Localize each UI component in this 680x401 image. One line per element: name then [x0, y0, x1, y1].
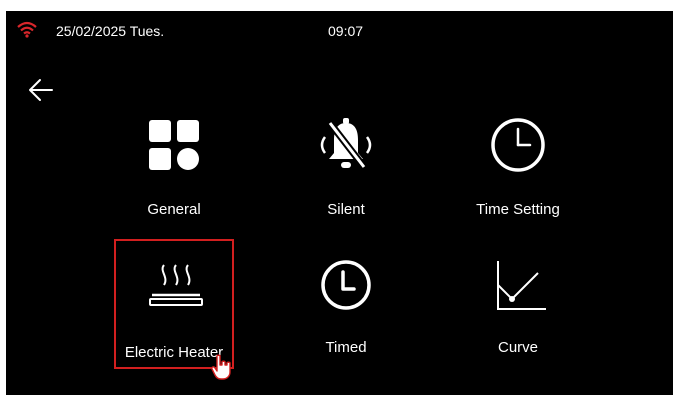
clock-icon — [491, 118, 545, 172]
menu-item-label: Silent — [327, 201, 365, 218]
menu-item-time-setting[interactable]: Time Setting — [458, 115, 578, 245]
grid-icon — [149, 120, 199, 170]
menu-item-label: General — [147, 201, 201, 218]
status-bar: 25/02/2025 Tues. 09:07 — [6, 11, 673, 51]
menu-item-general[interactable]: General — [114, 115, 234, 245]
menu-item-label: Time Setting — [476, 201, 560, 218]
status-time: 09:07 — [328, 23, 364, 39]
curve-chart-icon — [497, 261, 546, 310]
menu-item-silent[interactable]: Silent — [286, 115, 406, 245]
bell-muted-icon — [320, 118, 372, 170]
wifi-icon — [17, 21, 37, 38]
heater-icon — [149, 264, 203, 306]
menu-item-curve[interactable]: Curve — [458, 255, 578, 385]
device-screen: 25/02/2025 Tues. 09:07 General Silent Ti… — [6, 11, 673, 395]
menu-item-label: Curve — [497, 339, 538, 356]
timer-icon — [321, 260, 371, 310]
menu-item-label: Timed — [325, 339, 367, 356]
hand-cursor-icon — [211, 354, 231, 380]
status-date: 25/02/2025 Tues. — [56, 23, 165, 39]
menu-item-timed[interactable]: Timed — [286, 255, 406, 385]
back-arrow-icon[interactable] — [26, 77, 56, 103]
menu-item-electric-heater[interactable]: Electric Heater — [114, 239, 234, 369]
